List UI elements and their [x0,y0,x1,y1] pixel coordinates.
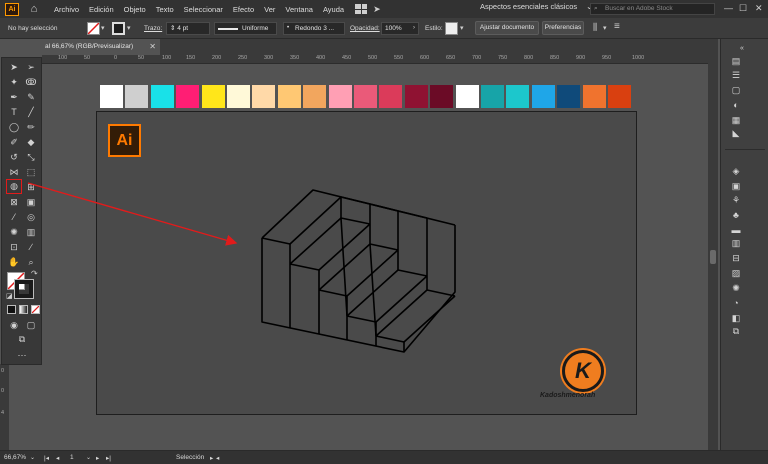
align-panel-icon[interactable]: ⊟ [729,252,743,265]
properties-panel-icon[interactable]: ▤ [729,55,743,68]
isometric-steps-drawing [261,189,456,353]
last-artboard-icon[interactable]: ▸| [106,454,111,462]
status-more-icon[interactable]: ◂ [216,454,219,462]
libraries-panel-icon[interactable]: ▢ [729,84,743,97]
next-artboard-icon[interactable]: ▸ [96,454,99,462]
layers-panel-icon[interactable]: ☰ [729,69,743,82]
stroke-panel-icon[interactable]: ◣ [729,127,743,140]
appearance-panel-icon[interactable]: ▥ [729,237,743,250]
zoom-dropdown-icon[interactable]: ⌄ [30,454,35,461]
pathfinder-panel-icon[interactable]: ▨ [729,267,743,280]
dock-divider [725,149,765,150]
asset-export-icon[interactable]: ▣ [729,180,743,193]
artwork-layer [27,182,456,353]
brushes-panel-icon[interactable]: ⚘ [729,194,743,207]
zoom-level[interactable]: 66,67% [4,454,26,461]
collapse-dock-icon[interactable]: « [735,42,749,55]
panel-dock: « ▤ ☰ ▢ ◐ ▦ ◣ ◈ ▣ ⚘ ♣ ▬ ▥ ⊟ ▨ ✺ ◔ ◧ ⧉ [720,39,768,450]
swatches-panel-icon[interactable]: ▦ [729,114,743,127]
links-panel-icon[interactable]: ⧉ [729,325,743,338]
artboard-dropdown-icon[interactable]: ⌄ [86,454,91,461]
graphic-styles-icon[interactable]: ▬ [729,224,743,237]
prev-artboard-icon[interactable]: ◂ [56,454,59,462]
annotation-arrow [27,182,238,246]
scrollbar-thumb[interactable] [710,250,716,264]
artboards-panel-icon[interactable]: ◧ [729,312,743,325]
status-bar: 66,67% ⌄ |◂ ◂ 1 ⌄ ▸ ▸| Selección ▸ ◂ [0,450,768,464]
symbols-panel-icon[interactable]: ♣ [729,209,743,222]
current-tool-label: Selección [176,454,205,461]
kadoshmenorah-logo: K [562,350,604,392]
kadoshmenorah-wordmark: Kadoshmenorah [540,392,596,399]
status-menu-icon[interactable]: ▸ [210,454,213,462]
layers-stack-icon[interactable]: ◈ [729,165,743,178]
first-artboard-icon[interactable]: |◂ [44,454,49,462]
artboard-number[interactable]: 1 [70,454,74,461]
sun-icon[interactable]: ✺ [729,282,743,295]
color-panel-icon[interactable]: ◐ [729,99,743,112]
transparency-panel-icon[interactable]: ◔ [729,297,743,310]
vertical-scrollbar[interactable] [708,55,718,450]
